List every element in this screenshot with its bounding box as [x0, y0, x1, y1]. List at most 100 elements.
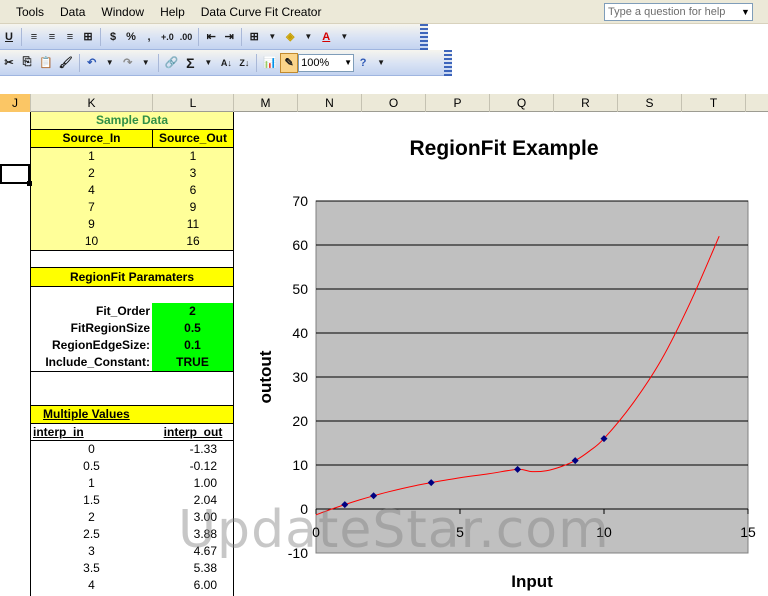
interp-in-cell[interactable]: 2 [31, 509, 152, 526]
interp-out-cell[interactable]: -0.12 [153, 458, 217, 475]
undo-dropdown-icon[interactable]: ▼ [101, 53, 119, 73]
chart-wizard-icon[interactable]: 📊 [260, 53, 280, 73]
header-source-in[interactable]: Source_In [31, 130, 152, 147]
column-header-j[interactable]: J [0, 94, 31, 112]
help-icon[interactable]: ? [354, 53, 372, 73]
font-color-dropdown-icon[interactable]: ▼ [335, 27, 353, 47]
x-axis-label[interactable]: Input [511, 572, 553, 591]
autosum-dropdown-icon[interactable]: ▼ [199, 53, 217, 73]
sort-ascending-icon[interactable]: A↓ [217, 53, 235, 73]
sample-in-cell[interactable]: 9 [31, 216, 152, 233]
multiple-values-title[interactable]: Multiple Values [31, 406, 233, 423]
zoom-select[interactable]: 100% ▼ [298, 53, 355, 72]
merge-center-icon[interactable]: ⊞ [79, 27, 97, 47]
menu-data[interactable]: Data [52, 2, 93, 22]
align-left-icon[interactable]: ≡ [25, 27, 43, 47]
increase-indent-icon[interactable]: ⇥ [220, 27, 238, 47]
column-header-k[interactable]: K [31, 94, 153, 112]
sample-in-cell[interactable]: 10 [31, 233, 152, 250]
column-header-o[interactable]: O [362, 94, 426, 112]
column-header-q[interactable]: Q [490, 94, 554, 112]
drawing-icon[interactable]: ✎ [280, 52, 299, 73]
interp-out-cell[interactable]: 6.00 [153, 577, 217, 594]
column-header-t[interactable]: T [682, 94, 746, 112]
toolbar-grip[interactable] [444, 50, 452, 76]
active-cell-selection[interactable] [0, 164, 32, 186]
column-header-n[interactable]: N [298, 94, 362, 112]
column-header-r[interactable]: R [554, 94, 618, 112]
column-headers: J K L M N O P Q R S T [0, 94, 768, 112]
param-fit-region-size-value[interactable]: 0.5 [152, 320, 233, 337]
header-interp-out[interactable]: interp_out [153, 424, 233, 441]
help-dropdown-icon[interactable]: ▼ [739, 4, 752, 20]
y-axis-label[interactable]: outout [256, 350, 275, 403]
sample-out-cell[interactable]: 1 [153, 148, 233, 165]
cut-icon[interactable]: ✂ [0, 53, 18, 73]
header-source-out[interactable]: Source_Out [153, 130, 233, 147]
sample-data-title[interactable]: Sample Data [31, 112, 233, 129]
sample-out-cell[interactable]: 9 [153, 199, 233, 216]
param-include-constant-value[interactable]: TRUE [152, 354, 233, 371]
sample-out-cell[interactable]: 16 [153, 233, 233, 250]
autosum-icon[interactable]: Σ [181, 53, 199, 73]
interp-in-cell[interactable]: 2.5 [31, 526, 152, 543]
sample-out-cell[interactable]: 11 [153, 216, 233, 233]
interp-out-cell[interactable]: 5.38 [153, 560, 217, 577]
increase-decimal-button[interactable]: +.0 [158, 27, 177, 47]
interp-in-cell[interactable]: 0 [31, 441, 152, 458]
menu-help[interactable]: Help [152, 2, 193, 22]
hyperlink-icon[interactable]: 🔗 [162, 53, 182, 73]
interp-in-cell[interactable]: 3.5 [31, 560, 152, 577]
interp-out-cell[interactable]: -1.33 [153, 441, 217, 458]
chart-title[interactable]: RegionFit Example [409, 137, 598, 160]
redo-dropdown-icon[interactable]: ▼ [137, 53, 155, 73]
paste-icon[interactable]: 📋 [36, 53, 56, 73]
percent-button[interactable]: % [122, 27, 140, 47]
interp-out-cell[interactable]: 1.00 [153, 475, 217, 492]
sample-in-cell[interactable]: 4 [31, 182, 152, 199]
fill-color-dropdown-icon[interactable]: ▼ [299, 27, 317, 47]
sample-in-cell[interactable]: 2 [31, 165, 152, 182]
format-painter-icon[interactable]: 🖌 [56, 53, 76, 73]
menu-window[interactable]: Window [93, 2, 152, 22]
toolbar-grip[interactable] [420, 24, 428, 50]
sample-in-cell[interactable]: 7 [31, 199, 152, 216]
menu-tools[interactable]: Tools [0, 2, 52, 22]
param-region-edge-size-value[interactable]: 0.1 [152, 337, 233, 354]
param-fit-order-value[interactable]: 2 [152, 303, 233, 320]
currency-button[interactable]: $ [104, 27, 122, 47]
interp-in-cell[interactable]: 3 [31, 543, 152, 560]
header-interp-in[interactable]: interp_in [31, 424, 152, 441]
borders-icon[interactable]: ⊞ [245, 27, 263, 47]
column-header-m[interactable]: M [234, 94, 298, 112]
comma-button[interactable]: , [140, 27, 158, 47]
sort-descending-icon[interactable]: Z↓ [235, 53, 253, 73]
interp-in-cell[interactable]: 0.5 [31, 458, 152, 475]
redo-icon[interactable]: ↷ [119, 53, 137, 73]
font-color-icon[interactable]: A [317, 27, 335, 47]
sample-in-cell[interactable]: 1 [31, 148, 152, 165]
borders-dropdown-icon[interactable]: ▼ [263, 27, 281, 47]
sample-out-cell[interactable]: 6 [153, 182, 233, 199]
help-dropdown-icon[interactable]: ▼ [372, 53, 390, 73]
interp-in-cell[interactable]: 1 [31, 475, 152, 492]
interp-in-cell[interactable]: 1.5 [31, 492, 152, 509]
undo-icon[interactable]: ↶ [83, 53, 101, 73]
decrease-indent-icon[interactable]: ⇤ [202, 27, 220, 47]
regionfit-params-title[interactable]: RegionFit Paramaters [31, 268, 233, 286]
align-center-icon[interactable]: ≡ [43, 27, 61, 47]
underline-button[interactable]: U [0, 27, 18, 47]
align-right-icon[interactable]: ≡ [61, 27, 79, 47]
help-search-input[interactable]: Type a question for help [604, 3, 753, 21]
column-header-l[interactable]: L [153, 94, 234, 112]
interp-in-cell[interactable]: 4 [31, 577, 152, 594]
zoom-dropdown-icon[interactable]: ▼ [344, 55, 352, 71]
decrease-decimal-button[interactable]: .00 [177, 27, 196, 47]
menu-data-curve-fit-creator[interactable]: Data Curve Fit Creator [193, 2, 330, 22]
sample-out-cell[interactable]: 3 [153, 165, 233, 182]
copy-icon[interactable]: ⎘ [18, 53, 36, 73]
column-header-p[interactable]: P [426, 94, 490, 112]
column-header-s[interactable]: S [618, 94, 682, 112]
fill-color-icon[interactable]: ◈ [281, 27, 299, 47]
param-label: Include_Constant: [45, 355, 150, 369]
